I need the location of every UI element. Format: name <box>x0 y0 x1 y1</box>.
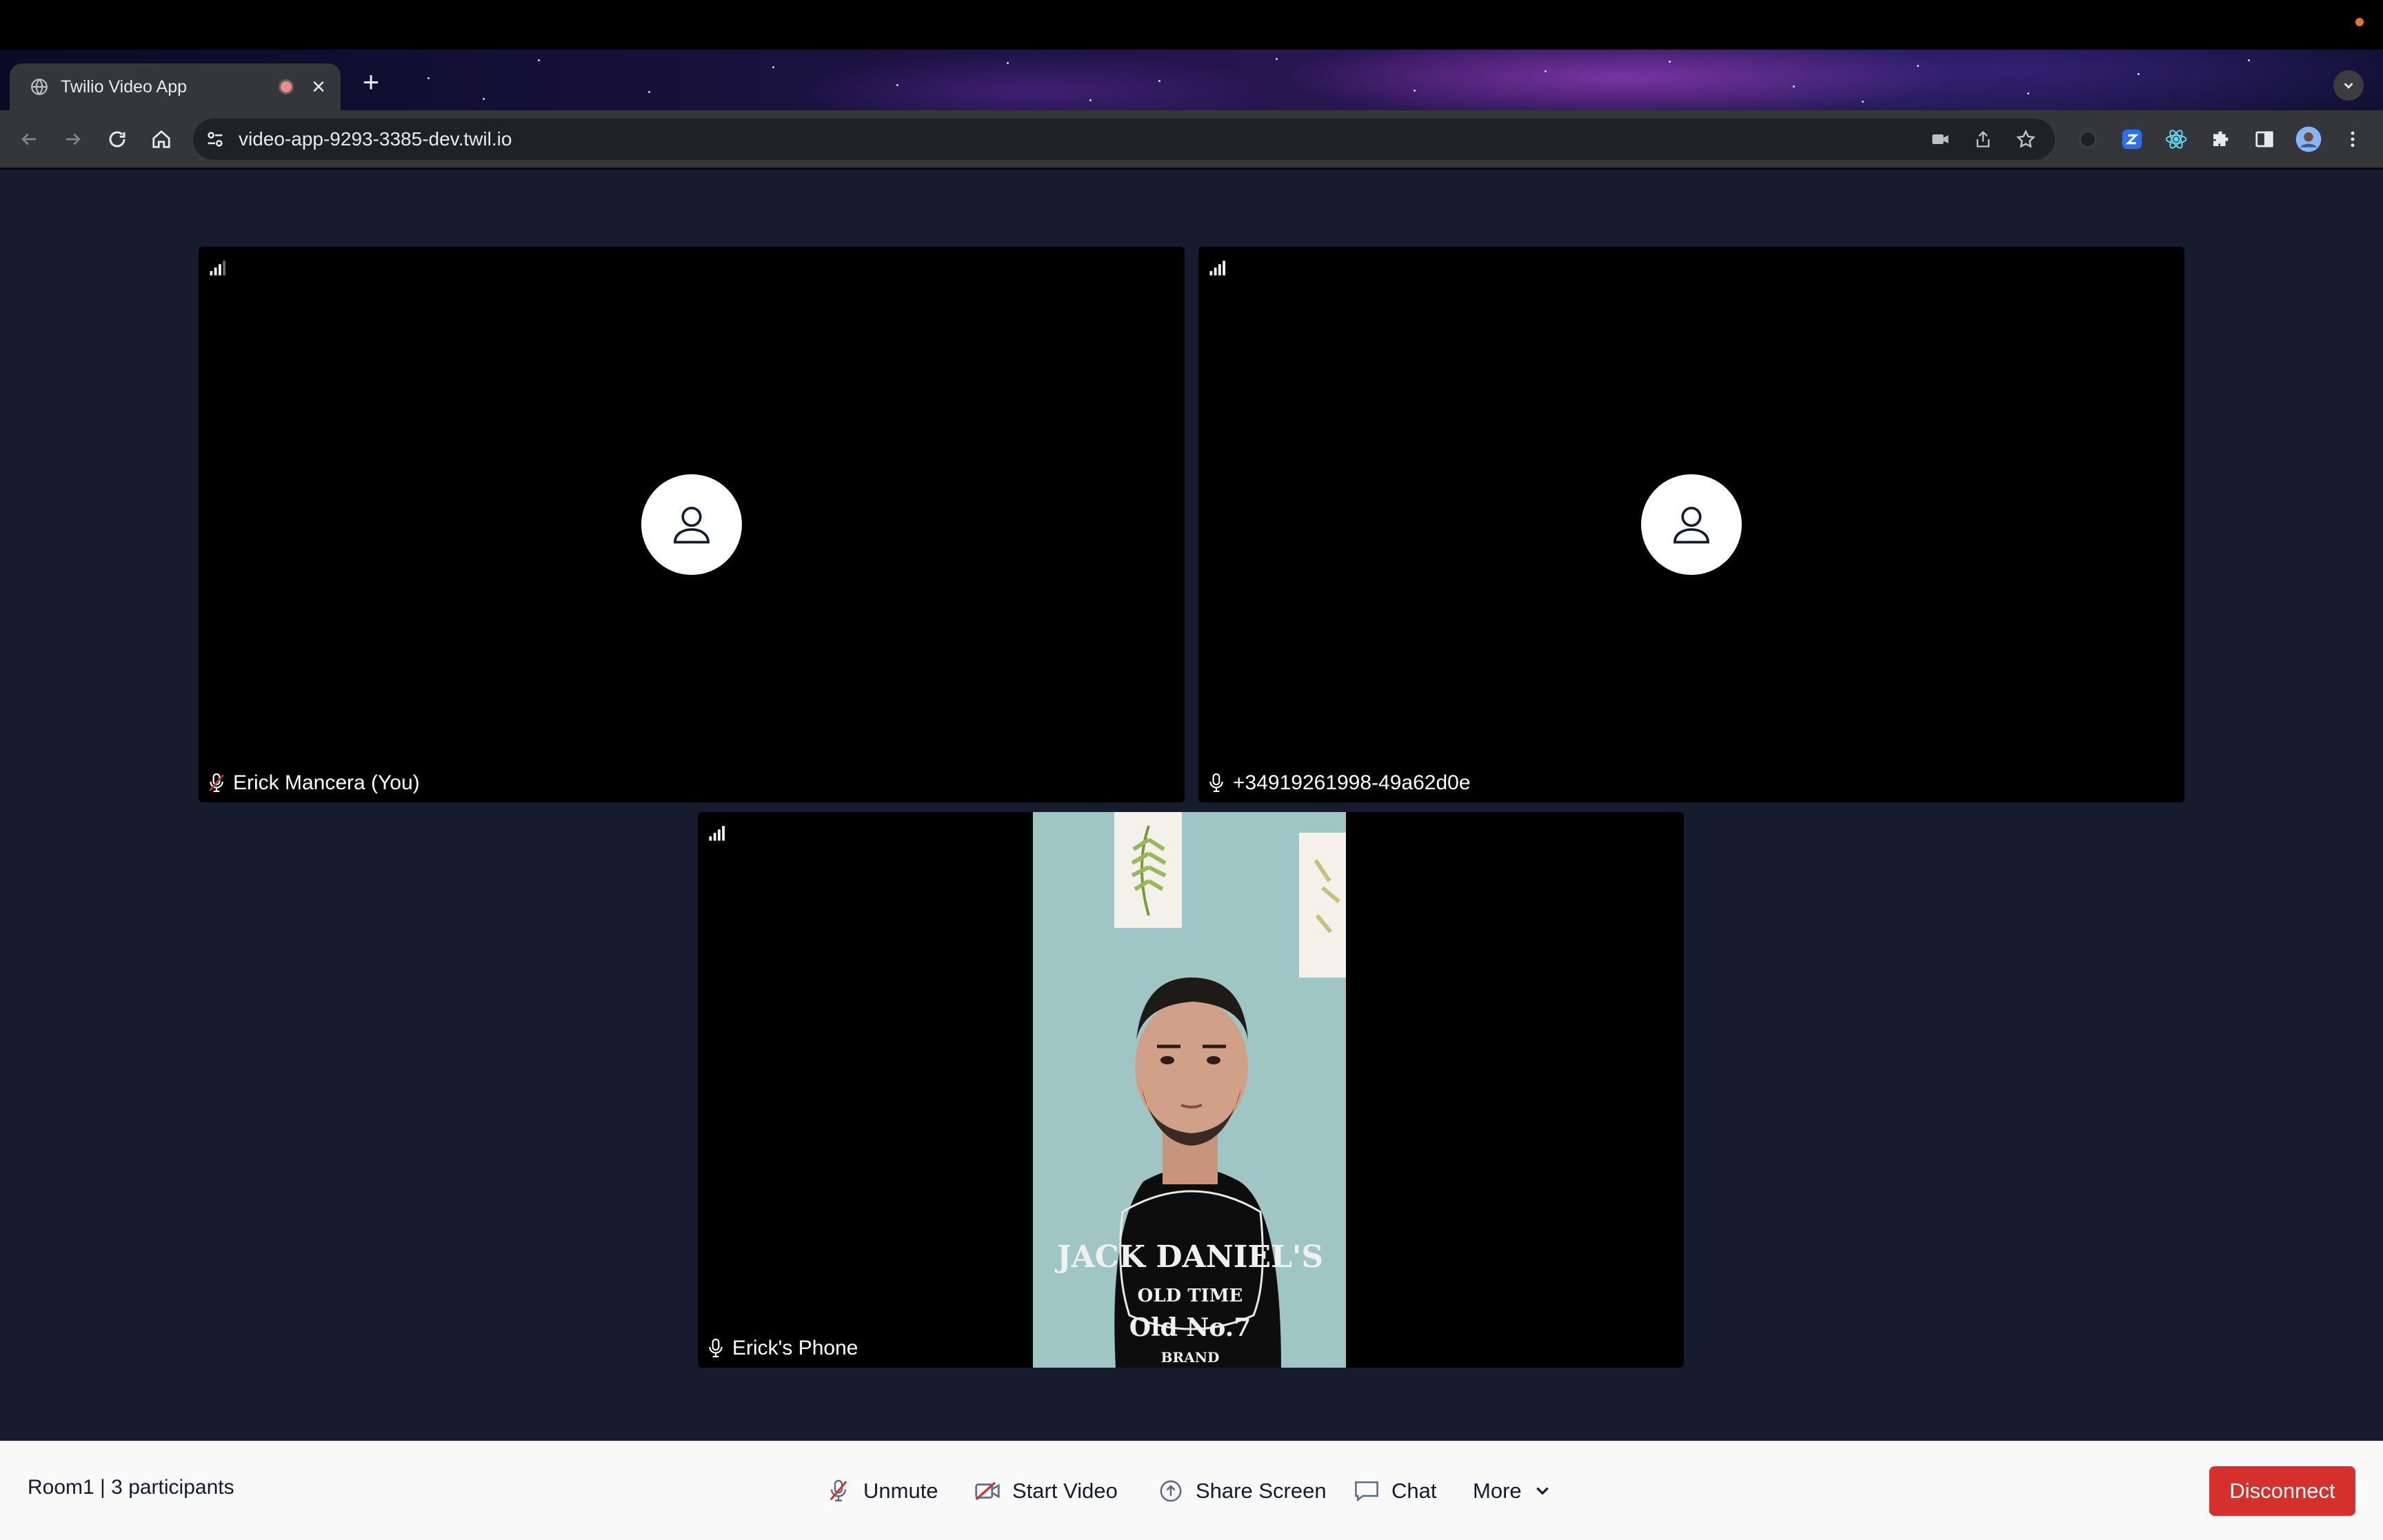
side-panel-icon[interactable] <box>2249 124 2280 154</box>
zoom-extension-icon[interactable] <box>2117 124 2147 154</box>
chat-button[interactable]: Chat <box>1353 1470 1436 1512</box>
mic-muted-icon <box>825 1477 852 1505</box>
globe-icon <box>29 77 50 97</box>
tab-title: Twilio Video App <box>61 77 187 97</box>
participant-name: Erick's Phone <box>732 1337 858 1359</box>
signal-icon <box>709 826 725 841</box>
profile-avatar[interactable] <box>2293 124 2324 154</box>
back-icon[interactable] <box>10 120 48 159</box>
forward-icon[interactable] <box>54 120 92 159</box>
participant-name: +34919261998-49a62d0e <box>1233 771 1471 794</box>
react-devtools-icon[interactable] <box>2161 124 2191 154</box>
avatar <box>641 474 742 575</box>
participant-video: JACK DANIEL'S OLD TIME Old No.7 BRAND <box>1033 812 1346 1368</box>
notification-dot <box>2355 18 2364 26</box>
signal-icon <box>1209 261 1225 276</box>
more-button[interactable]: More <box>1473 1470 1556 1512</box>
menu-icon[interactable] <box>2337 124 2368 154</box>
chevron-down-icon <box>1529 1477 1556 1505</box>
new-tab-button[interactable]: + <box>354 66 388 99</box>
video-app: Erick Mancera (You) +34919261998-49a62d0… <box>0 170 2383 1441</box>
extension-icon[interactable] <box>2205 124 2235 154</box>
tab-search-button[interactable] <box>2333 70 2364 101</box>
signal-icon <box>210 261 225 276</box>
browser-tab[interactable]: Twilio Video App × <box>10 63 341 110</box>
room-info: Room1 | 3 participants <box>28 1476 234 1499</box>
participant-nameplate: Erick's Phone <box>705 1336 858 1361</box>
video-off-icon <box>974 1477 1001 1505</box>
share-screen-icon <box>1157 1477 1185 1505</box>
user-icon <box>674 507 710 544</box>
share-screen-label: Share Screen <box>1196 1479 1327 1503</box>
user-icon <box>1673 507 1709 544</box>
home-icon[interactable] <box>142 120 181 159</box>
camera-icon[interactable] <box>1925 124 1955 154</box>
participant-nameplate: Erick Mancera (You) <box>205 771 420 796</box>
disconnect-button[interactable]: Disconnect <box>2209 1466 2355 1516</box>
participant-tile-remote[interactable]: +34919261998-49a62d0e <box>1198 247 2184 802</box>
svg-text:Old No.7: Old No.7 <box>1129 1313 1251 1342</box>
start-video-label: Start Video <box>1012 1479 1118 1503</box>
address-bar[interactable]: video-app-9293-3385-dev.twil.io <box>193 119 2055 160</box>
star-icon[interactable] <box>2011 124 2041 154</box>
video-frame: JACK DANIEL'S OLD TIME Old No.7 BRAND <box>1033 812 1346 1368</box>
chat-icon <box>1353 1477 1380 1505</box>
svg-text:OLD TIME: OLD TIME <box>1138 1286 1243 1306</box>
participant-tile-phone[interactable]: JACK DANIEL'S OLD TIME Old No.7 BRAND Er… <box>698 812 1684 1368</box>
unmute-button[interactable]: Unmute <box>825 1470 938 1512</box>
share-icon[interactable] <box>1968 124 1998 154</box>
participant-tile-local[interactable]: Erick Mancera (You) <box>199 247 1185 802</box>
reload-icon[interactable] <box>98 120 137 159</box>
share-screen-button[interactable]: Share Screen <box>1157 1470 1327 1512</box>
avatar <box>1641 474 1742 575</box>
chevron-down-icon <box>2344 83 2353 89</box>
more-label: More <box>1473 1479 1522 1503</box>
chat-label: Chat <box>1391 1479 1437 1503</box>
close-icon[interactable]: × <box>312 75 325 99</box>
meeting-controls-bar: Room1 | 3 participants Unmute Start Vide… <box>0 1441 2383 1540</box>
svg-text:BRAND: BRAND <box>1161 1349 1220 1366</box>
start-video-button[interactable]: Start Video <box>974 1470 1118 1512</box>
mic-icon <box>1205 771 1227 796</box>
mic-muted-icon <box>205 771 228 796</box>
site-info-icon[interactable] <box>201 125 229 153</box>
participant-name: Erick Mancera (You) <box>233 771 420 794</box>
extension-dark-icon[interactable] <box>2073 124 2103 154</box>
os-top-bar <box>0 0 2383 50</box>
svg-text:JACK DANIEL'S: JACK DANIEL'S <box>1054 1239 1323 1275</box>
recording-icon <box>279 79 294 94</box>
url-text: video-app-9293-3385-dev.twil.io <box>239 128 512 150</box>
unmute-label: Unmute <box>863 1479 938 1503</box>
participant-nameplate: +34919261998-49a62d0e <box>1205 771 1471 796</box>
mic-icon <box>705 1336 727 1361</box>
browser-toolbar: video-app-9293-3385-dev.twil.io <box>0 110 2383 168</box>
